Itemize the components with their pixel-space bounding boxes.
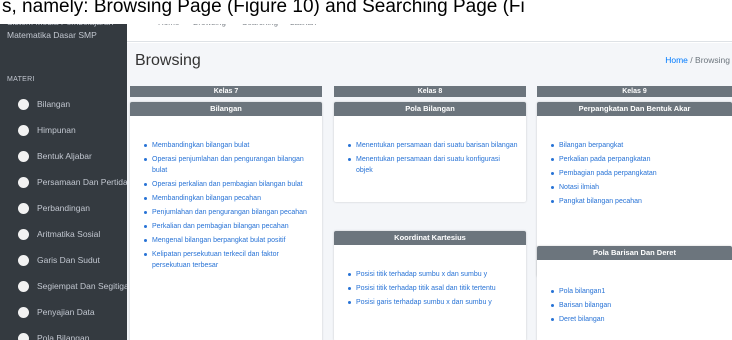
topic-link[interactable]: Posisi titik terhadap titik asal dan tit…: [348, 283, 518, 294]
card-title: Pola Bilangan: [334, 102, 526, 116]
card-bilangan: Bilangan Membandingkan bilangan bulat Op…: [130, 102, 322, 340]
sidebar-item-label: Pola Bilangan: [37, 333, 90, 340]
sidebar-item-label: Persamaan Dan Pertidaksam: [37, 177, 127, 187]
topic-link[interactable]: Barisan bilangan: [551, 300, 724, 311]
breadcrumb-current: Browsing: [695, 55, 730, 65]
topic-link[interactable]: Operasi penjumlahan dan pengurangan bila…: [144, 154, 314, 176]
circle-icon: [18, 332, 29, 340]
circle-icon: [18, 228, 29, 240]
topic-link[interactable]: Operasi perkalian dan pembagian bilangan…: [144, 179, 314, 190]
card-pola-bilangan: Pola Bilangan Menentukan persamaan dari …: [334, 102, 526, 202]
circle-icon: [18, 176, 29, 188]
card-koordinat-kartesius: Koordinat Kartesius Posisi titik terhada…: [334, 231, 526, 340]
breadcrumb: Home / Browsing: [665, 55, 730, 65]
circle-icon: [18, 254, 29, 266]
sidebar-item-bentuk-aljabar[interactable]: Bentuk Aljabar: [0, 143, 127, 169]
topic-link[interactable]: Deret bilangan: [551, 314, 724, 325]
sidebar-item-bilangan[interactable]: Bilangan: [0, 91, 127, 117]
sidebar: Sistem Media Pembelajaran Matematika Das…: [0, 0, 127, 340]
topic-link[interactable]: Menentukan persamaan dari suatu konfigur…: [348, 154, 518, 176]
topic-link[interactable]: Membandingkan bilangan bulat: [144, 140, 314, 151]
circle-icon: [18, 202, 29, 214]
sidebar-item-label: Garis Dan Sudut: [37, 255, 100, 265]
sidebar-item-label: Segiempat Dan Segitiga: [37, 281, 127, 291]
sidebar-item-penyajian-data[interactable]: Penyajian Data: [0, 299, 127, 325]
topic-link[interactable]: Pangkat bilangan pecahan: [551, 196, 724, 207]
topic-link[interactable]: Menentukan persamaan dari suatu barisan …: [348, 140, 518, 151]
card-pola-barisan-deret: Pola Barisan Dan Deret Pola bilangan1 Ba…: [537, 246, 732, 340]
column-header: Kelas 8: [334, 86, 526, 97]
sidebar-item-garis-dan-sudut[interactable]: Garis Dan Sudut: [0, 247, 127, 273]
card-title: Bilangan: [130, 102, 322, 116]
sidebar-item-perbandingan[interactable]: Perbandingan: [0, 195, 127, 221]
topic-link[interactable]: Mengenal bilangan berpangkat bulat posit…: [144, 235, 314, 246]
topic-link[interactable]: Bilangan berpangkat: [551, 140, 724, 151]
page-title: Browsing: [135, 52, 201, 69]
column-header: Kelas 7: [130, 86, 322, 97]
figure-caption-text: s, namely: Browsing Page (Figure 10) and…: [0, 0, 732, 24]
card-title: Perpangkatan Dan Bentuk Akar: [537, 102, 732, 116]
sidebar-item-himpunan[interactable]: Himpunan: [0, 117, 127, 143]
menu-section-label: MATERI: [7, 76, 35, 83]
circle-icon: [18, 280, 29, 292]
topic-link[interactable]: Notasi ilmiah: [551, 182, 724, 193]
main-content: Browsing Home / Browsing Kelas 7 Bilanga…: [127, 43, 732, 340]
circle-icon: [18, 124, 29, 136]
circle-icon: [18, 306, 29, 318]
topic-link[interactable]: Posisi titik terhadap sumbu x dan sumbu …: [348, 269, 518, 280]
sidebar-item-segiempat-dan-segitiga[interactable]: Segiempat Dan Segitiga: [0, 273, 127, 299]
breadcrumb-home-link[interactable]: Home: [665, 55, 688, 65]
topic-link[interactable]: Pembagian pada perpangkatan: [551, 168, 724, 179]
topic-link[interactable]: Kelipatan persekutuan terkecil dan fakto…: [144, 249, 314, 271]
card-title: Koordinat Kartesius: [334, 231, 526, 245]
sidebar-item-label: Perbandingan: [37, 203, 90, 213]
card-title: Pola Barisan Dan Deret: [537, 246, 732, 260]
sidebar-item-label: Bentuk Aljabar: [37, 151, 92, 161]
circle-icon: [18, 150, 29, 162]
topic-link[interactable]: Perkalian dan pembagian bilangan pecahan: [144, 221, 314, 232]
breadcrumb-separator: /: [690, 55, 693, 65]
topic-link[interactable]: Penjumlahan dan pengurangan bilangan pec…: [144, 207, 314, 218]
topic-link[interactable]: Pola bilangan1: [551, 286, 724, 297]
sidebar-item-persamaan-dan-pertidaksam[interactable]: Persamaan Dan Pertidaksam: [0, 169, 127, 195]
column-header: Kelas 9: [537, 86, 732, 97]
topic-link[interactable]: Posisi garis terhadap sumbu x dan sumbu …: [348, 297, 518, 308]
sidebar-item-label: Penyajian Data: [37, 307, 95, 317]
sidebar-item-label: Bilangan: [37, 99, 71, 109]
topic-link[interactable]: Membandingkan bilangan pecahan: [144, 193, 314, 204]
sidebar-item-aritmatika-sosial[interactable]: Aritmatika Sosial: [0, 221, 127, 247]
sidebar-item-label: Himpunan: [37, 125, 76, 135]
sidebar-item-label: Aritmatika Sosial: [37, 229, 101, 239]
sidebar-item-pola-bilangan[interactable]: Pola Bilangan: [0, 325, 127, 340]
circle-icon: [18, 98, 29, 110]
topic-link[interactable]: Perkalian pada perpangkatan: [551, 154, 724, 165]
